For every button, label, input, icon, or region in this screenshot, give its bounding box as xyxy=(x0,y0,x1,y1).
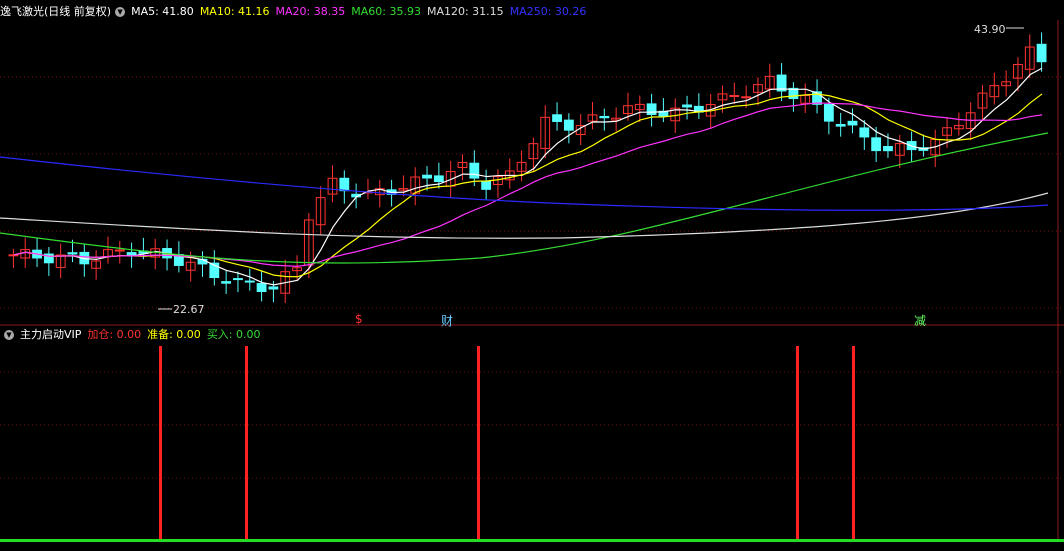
candle-body xyxy=(835,124,846,127)
candle-body xyxy=(599,115,610,119)
candle-body xyxy=(469,162,480,179)
event-marker-earnings[interactable]: 财 xyxy=(441,312,453,329)
signal-bar xyxy=(796,346,799,540)
kline-chart[interactable] xyxy=(0,0,1064,551)
baseline-bar xyxy=(0,539,1064,542)
candle-body xyxy=(433,175,444,183)
candle-body xyxy=(883,146,893,152)
price-label-low: 22.67 xyxy=(173,303,205,316)
candle-body xyxy=(729,95,740,98)
ma20-line xyxy=(13,102,1043,267)
candle-body xyxy=(847,120,858,126)
candle-body xyxy=(823,104,834,122)
candle-body xyxy=(233,278,243,281)
candle-body xyxy=(1036,43,1047,63)
signal-bar xyxy=(245,346,248,540)
candle-body xyxy=(422,174,432,179)
event-marker-reduction[interactable]: 减 xyxy=(914,312,926,329)
price-label-high: 43.90 xyxy=(974,23,1006,36)
candle-body xyxy=(268,286,279,290)
candle-body xyxy=(114,249,125,252)
ma60-line xyxy=(0,132,1049,264)
candle-body xyxy=(8,254,19,257)
candle-body xyxy=(859,127,870,138)
candle-body xyxy=(339,177,350,192)
candle-body xyxy=(481,180,492,190)
signal-bar xyxy=(159,346,162,540)
candle-body xyxy=(552,114,562,122)
candle-body xyxy=(67,252,78,255)
signal-bar xyxy=(852,346,855,540)
candle-body xyxy=(244,280,255,283)
candle-body xyxy=(682,104,692,108)
ma250-line xyxy=(0,156,1049,211)
candle-body xyxy=(646,103,657,116)
candle-body xyxy=(221,281,232,284)
candle-body xyxy=(741,96,752,99)
candle-body xyxy=(871,137,882,152)
candle-body xyxy=(563,119,574,131)
candle-body xyxy=(256,283,267,292)
signal-bar xyxy=(477,346,480,540)
event-marker-dividend[interactable]: $ xyxy=(355,312,363,326)
